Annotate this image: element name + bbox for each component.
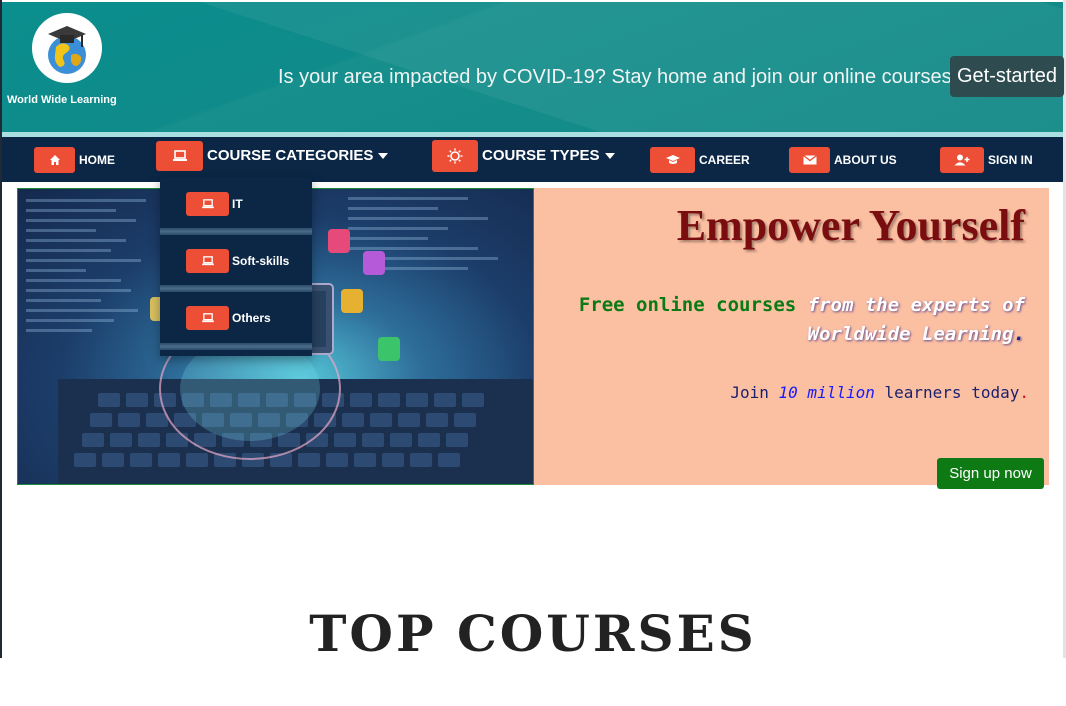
dropdown-item-soft-skills[interactable]: Soft-skills: [160, 236, 312, 286]
laptop-icon: [186, 306, 229, 330]
logo[interactable]: [32, 13, 102, 83]
nav-label-sign-in: SIGN IN: [988, 152, 1033, 167]
dropdown-item-it[interactable]: IT: [160, 179, 312, 229]
hero-subtitle-line-1: Free online courses from the experts of: [578, 294, 1025, 316]
hero-subtitle-line-2: Worldwide Learning.: [807, 323, 1025, 345]
top-courses-heading: TOP COURSES: [309, 604, 757, 663]
nav-item-career[interactable]: CAREER: [650, 137, 750, 182]
laptop-icon: [186, 192, 229, 216]
hero-learners-line: Join 10 million learners today.: [730, 383, 1029, 402]
laptop-icon: [156, 140, 203, 171]
dropdown-divider: [160, 285, 312, 292]
dropdown-item-others[interactable]: Others: [160, 293, 312, 343]
covid-banner-text: Is your area impacted by COVID-19? Stay …: [278, 66, 958, 88]
nav-item-home[interactable]: HOME: [34, 137, 115, 182]
graduation-cap-icon: [650, 146, 695, 173]
hero-text-panel: Empower Yourself Free online courses fro…: [534, 188, 1049, 489]
dropdown-label-soft-skills: Soft-skills: [232, 254, 290, 268]
logo-title: World Wide Learning: [7, 94, 117, 106]
nav-item-sign-in[interactable]: SIGN IN: [940, 137, 1033, 182]
sign-up-button[interactable]: Sign up now: [937, 458, 1044, 489]
nav-label-course-types: COURSE TYPES: [482, 147, 615, 164]
dropdown-divider: [160, 343, 312, 350]
nav-label-about-us: ABOUT US: [834, 152, 897, 167]
laptop-icon: [186, 249, 229, 273]
main-nav: HOME COURSE CATEGORIES COURSE TYPES CARE…: [2, 137, 1063, 182]
nav-label-course-categories: COURSE CATEGORIES: [207, 147, 389, 164]
nav-item-course-types[interactable]: COURSE TYPES: [432, 133, 615, 178]
dropdown-divider: [160, 228, 312, 235]
nav-label-home: HOME: [79, 152, 115, 167]
course-categories-dropdown: IT Soft-skills Others: [160, 177, 312, 356]
caret-down-icon: [604, 153, 615, 160]
caret-down-icon: [378, 153, 389, 160]
dropdown-label-it: IT: [232, 197, 243, 211]
home-icon: [34, 146, 75, 173]
dropdown-label-others: Others: [232, 311, 271, 325]
get-started-button[interactable]: Get-started: [950, 56, 1064, 97]
sun-icon: [432, 139, 478, 172]
globe-graduation-cap-icon: [48, 26, 86, 74]
nav-item-about-us[interactable]: ABOUT US: [789, 137, 897, 182]
user-plus-icon: [940, 146, 984, 173]
nav-item-course-categories[interactable]: COURSE CATEGORIES: [156, 133, 389, 178]
hero-title: Empower Yourself: [676, 201, 1025, 250]
envelope-icon: [789, 146, 830, 173]
nav-label-career: CAREER: [699, 152, 750, 167]
